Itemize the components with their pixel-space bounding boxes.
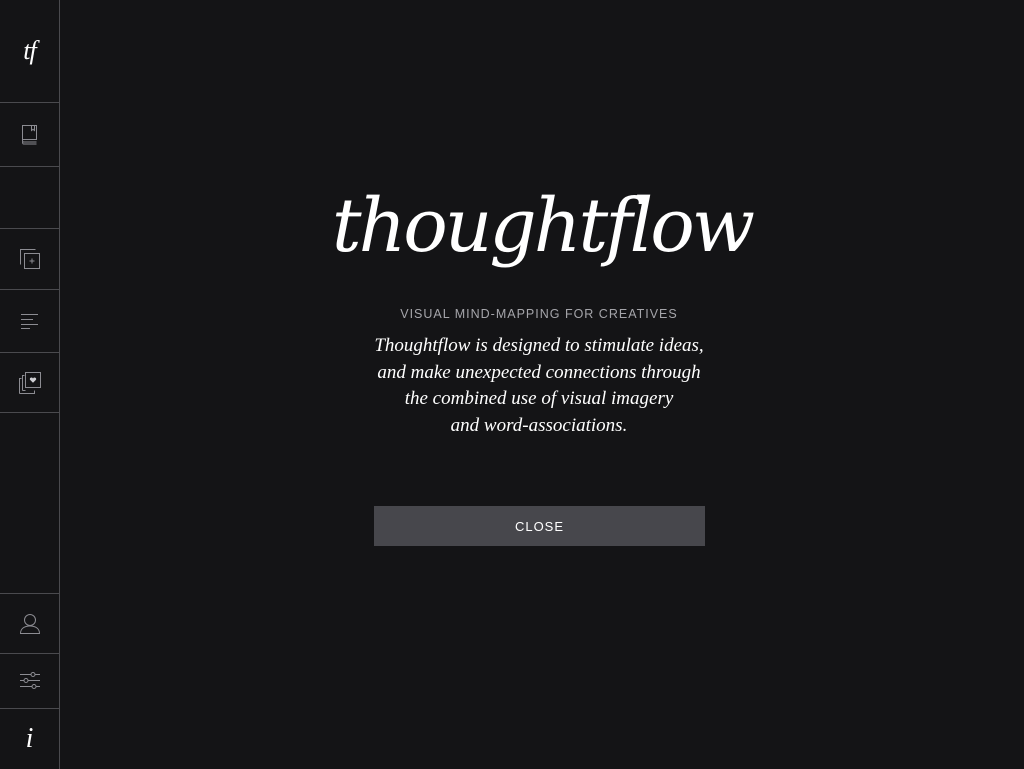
sliders-icon bbox=[18, 670, 42, 692]
description-line: the combined use of visual imagery bbox=[404, 388, 674, 409]
logo[interactable]: tf bbox=[0, 0, 59, 102]
sidebar-item-notebook[interactable] bbox=[0, 103, 59, 166]
user-icon bbox=[18, 612, 42, 636]
description-line: and make unexpected connections through bbox=[377, 361, 701, 383]
add-card-icon bbox=[18, 247, 42, 271]
notebook-icon bbox=[19, 123, 41, 147]
app-title: thoughtflow bbox=[331, 183, 755, 269]
close-button[interactable]: CLOSE bbox=[374, 506, 705, 546]
favorites-stack-icon bbox=[17, 370, 43, 396]
description-line: and word-associations. bbox=[450, 414, 628, 436]
app-description: Thoughtflow is designed to stimulate ide… bbox=[60, 333, 1018, 439]
sidebar-item-profile[interactable] bbox=[0, 594, 59, 653]
info-icon: i bbox=[25, 723, 34, 754]
sidebar: tf i bbox=[0, 0, 60, 769]
sidebar-item-favorites[interactable] bbox=[0, 353, 59, 412]
sidebar-item-settings[interactable] bbox=[0, 654, 59, 708]
sidebar-item-empty[interactable] bbox=[0, 167, 59, 228]
about-panel: thoughtflow VISUAL MIND-MAPPING FOR CREA… bbox=[60, 0, 1024, 769]
logo-text: tf bbox=[23, 36, 36, 65]
sidebar-item-list[interactable] bbox=[0, 290, 59, 352]
description-line: Thoughtflow is designed to stimulate ide… bbox=[374, 335, 704, 356]
sidebar-divider bbox=[0, 412, 59, 413]
sidebar-item-info[interactable]: i bbox=[0, 709, 59, 769]
sidebar-item-add-card[interactable] bbox=[0, 229, 59, 289]
list-icon bbox=[19, 311, 41, 331]
app-subtitle: VISUAL MIND-MAPPING FOR CREATIVES bbox=[400, 307, 678, 321]
